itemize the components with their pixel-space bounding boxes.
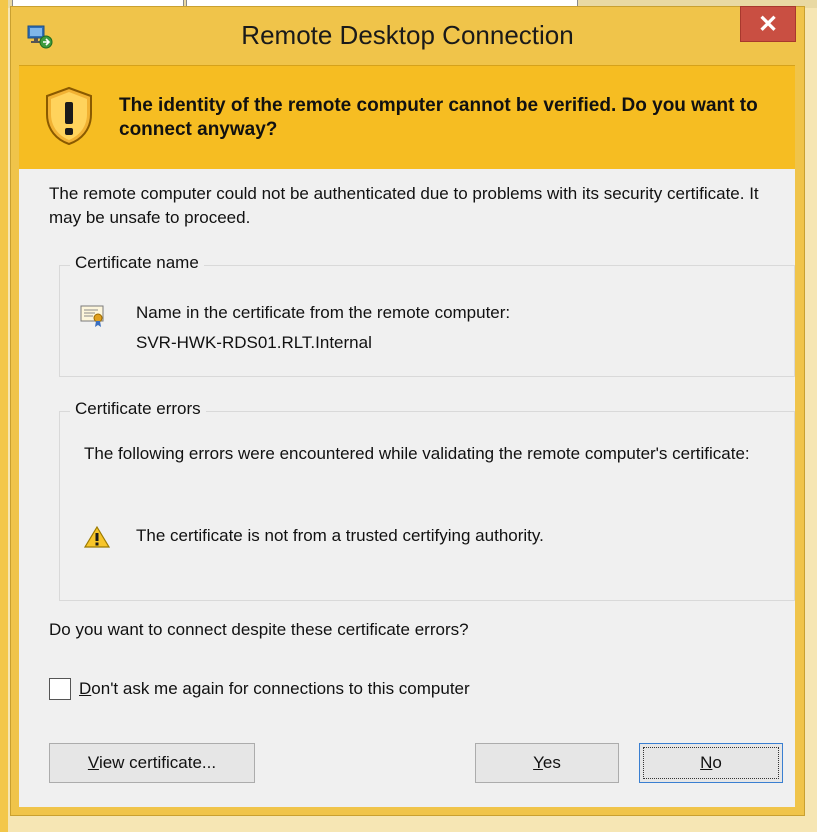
- yes-label: es: [542, 753, 561, 772]
- certificate-name-text: Name in the certificate from the remote …: [136, 298, 510, 358]
- view-certificate-button[interactable]: View certificate...: [49, 743, 255, 783]
- dont-ask-again-row[interactable]: Don't ask me again for connections to th…: [49, 678, 470, 700]
- dont-ask-again-checkbox[interactable]: [49, 678, 71, 700]
- warning-banner: The identity of the remote computer cann…: [19, 65, 795, 171]
- dont-ask-again-mnemonic: D: [79, 679, 92, 698]
- certificate-errors-group: Certificate errors The following errors …: [59, 399, 795, 601]
- close-icon: ✕: [757, 10, 779, 38]
- connect-question: Do you want to connect despite these cer…: [49, 620, 469, 639]
- yes-mnemonic: Y: [533, 753, 543, 772]
- dont-ask-again-label-rest: on't ask me again for connections to thi…: [91, 679, 470, 698]
- certificate-name-value: SVR-HWK-RDS01.RLT.Internal: [136, 333, 372, 352]
- view-certificate-mnemonic: V: [87, 753, 99, 772]
- certificate-name-caption: Name in the certificate from the remote …: [136, 303, 511, 322]
- banner-heading: The identity of the remote computer cann…: [119, 95, 758, 140]
- certificate-errors-legend: Certificate errors: [70, 399, 206, 419]
- certificate-error-item: The certificate is not from a trusted ce…: [136, 526, 544, 545]
- certificate-name-legend: Certificate name: [70, 253, 204, 273]
- view-certificate-label: iew certificate...: [98, 753, 217, 772]
- certificate-errors-description: The following errors were encountered wh…: [84, 444, 750, 463]
- certificate-name-group: Certificate name Name in the certificate…: [59, 253, 795, 377]
- certificate-icon: [80, 305, 104, 327]
- dialog-content: The remote computer could not be authent…: [19, 169, 795, 807]
- close-button[interactable]: ✕: [740, 6, 796, 42]
- warning-triangle-icon: [84, 525, 110, 548]
- title-bar[interactable]: Remote Desktop Connection ✕: [11, 6, 804, 65]
- remote-desktop-dialog: Remote Desktop Connection ✕ The identity…: [10, 6, 805, 816]
- dont-ask-again-label[interactable]: Don't ask me again for connections to th…: [79, 679, 470, 699]
- yes-button[interactable]: Yes: [475, 743, 619, 783]
- window-title: Remote Desktop Connection: [241, 20, 574, 50]
- background-window-left-edge: [0, 0, 8, 832]
- no-button-focus-ring: [643, 747, 779, 779]
- no-button[interactable]: No: [639, 743, 783, 783]
- warning-shield-icon: [46, 86, 92, 146]
- intro-text: The remote computer could not be authent…: [49, 184, 759, 227]
